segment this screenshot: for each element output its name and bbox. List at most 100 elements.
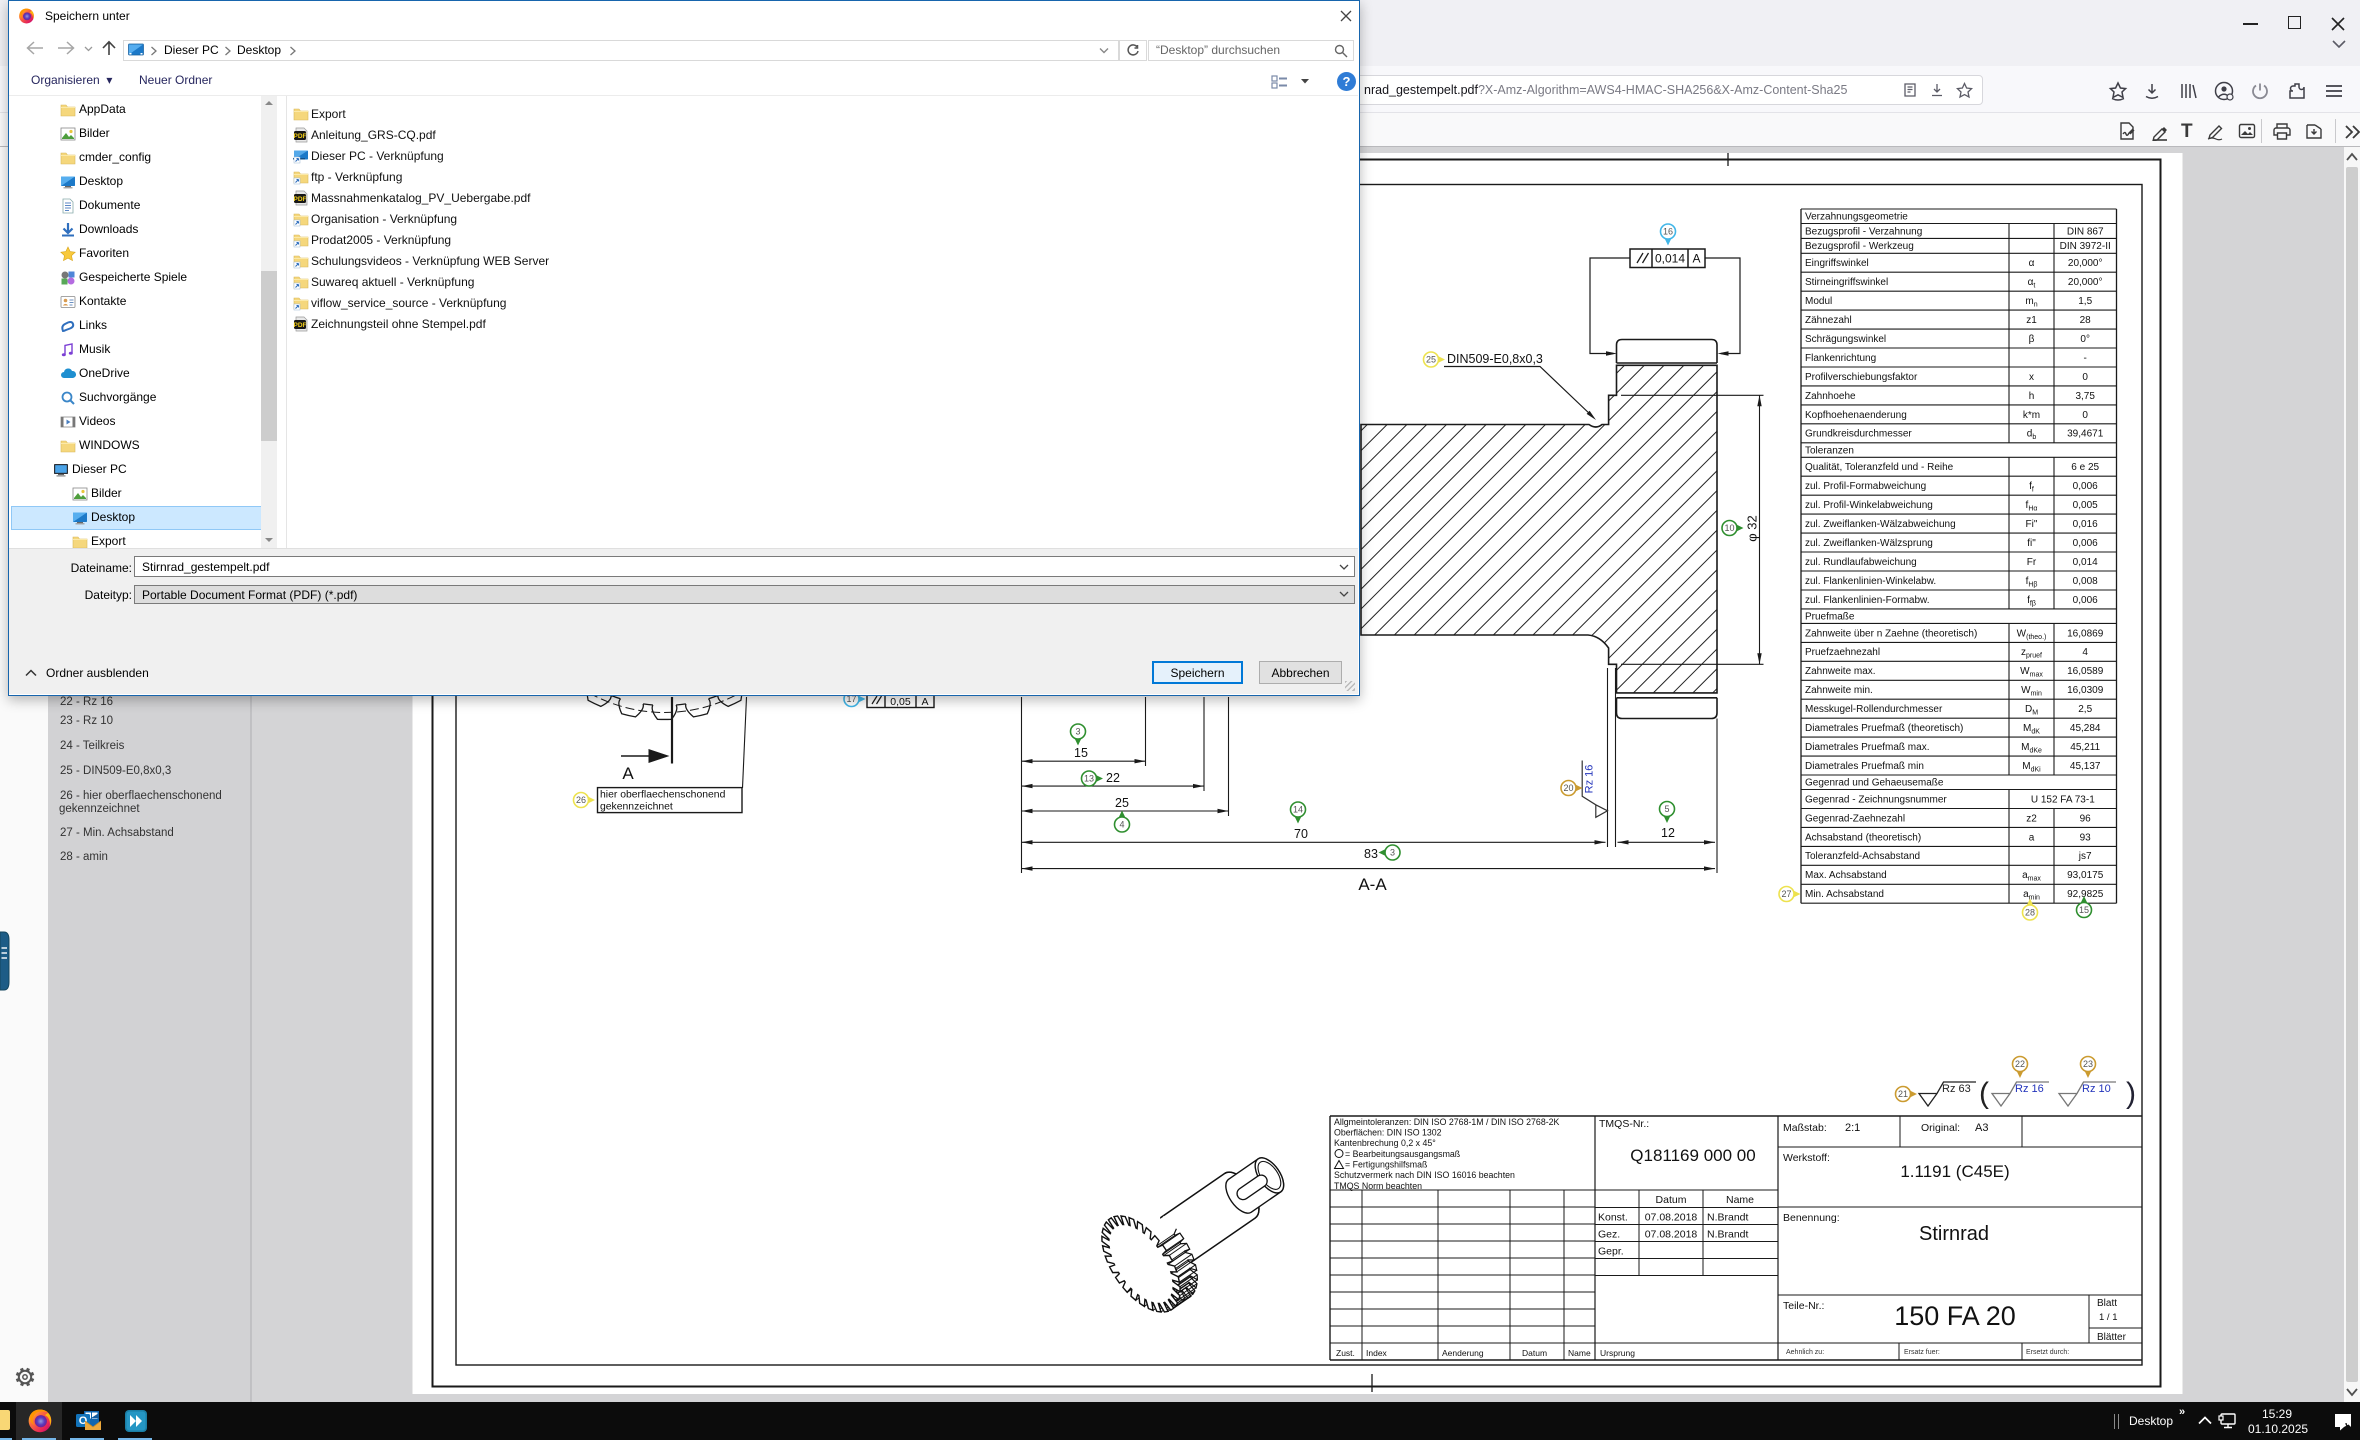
svg-text:25: 25: [1115, 796, 1129, 810]
svg-text:N.Brandt: N.Brandt: [1707, 1229, 1749, 1241]
svg-text:TMQS Norm beachten: TMQS Norm beachten: [1334, 1181, 1422, 1191]
svg-text:A: A: [622, 764, 634, 783]
svg-text:Ersetzt durch:: Ersetzt durch:: [2026, 1349, 2069, 1356]
svg-text:45,211: 45,211: [2070, 742, 2100, 753]
svg-text:Maßstab:: Maßstab:: [1783, 1122, 1827, 1134]
svg-text:13: 13: [1084, 774, 1094, 784]
svg-text:Stirnrad: Stirnrad: [1919, 1223, 1989, 1245]
svg-text:PDF: PDF: [294, 322, 307, 329]
svg-text:PDF: PDF: [294, 196, 307, 203]
svg-text:Allgmeintoleranzen: DIN ISO 27: Allgmeintoleranzen: DIN ISO 2768-1M / DI…: [1334, 1117, 1560, 1127]
svg-text:0,05: 0,05: [890, 696, 911, 708]
svg-text:15: 15: [1074, 746, 1088, 760]
svg-text:Aenderung: Aenderung: [1442, 1348, 1484, 1358]
svg-text:0,008: 0,008: [2073, 576, 2098, 587]
svg-text:Max. Achsabstand: Max. Achsabstand: [1805, 870, 1887, 881]
svg-text:14: 14: [1293, 805, 1303, 815]
svg-text:23 - Rz 10: 23 - Rz 10: [60, 715, 113, 727]
svg-text:Gegenrad-Zaehnezahl: Gegenrad-Zaehnezahl: [1805, 813, 1905, 824]
svg-text:z2: z2: [2026, 813, 2037, 824]
svg-text:Zahnhoehe: Zahnhoehe: [1805, 391, 1856, 402]
svg-text:a: a: [2029, 832, 2035, 843]
svg-text:96: 96: [2080, 813, 2092, 824]
svg-text:27: 27: [1781, 889, 1791, 899]
svg-text:0°: 0°: [2080, 334, 2090, 345]
svg-text:Profilverschiebungsfaktor: Profilverschiebungsfaktor: [1805, 372, 1918, 383]
svg-text:Zust.: Zust.: [1336, 1348, 1355, 1358]
svg-text:20: 20: [1563, 783, 1573, 793]
svg-text:4: 4: [2082, 647, 2088, 658]
svg-text:-: -: [2084, 353, 2087, 364]
svg-text:DIN 867: DIN 867: [2067, 226, 2104, 237]
svg-text:Verzahnungsgeometrie: Verzahnungsgeometrie: [1805, 212, 1908, 223]
svg-text:0,016: 0,016: [2073, 519, 2098, 530]
svg-text:23: 23: [2083, 1059, 2093, 1069]
svg-text:25 - DIN509-E0,8x0,3: 25 - DIN509-E0,8x0,3: [60, 765, 171, 777]
svg-text:α: α: [2029, 258, 2035, 269]
svg-text:07.08.2018: 07.08.2018: [1645, 1229, 1698, 1241]
svg-text:Name: Name: [1726, 1194, 1754, 1206]
svg-text:Pruefzaehnezahl: Pruefzaehnezahl: [1805, 647, 1880, 658]
svg-text:6 e 25: 6 e 25: [2071, 462, 2099, 473]
svg-text:β: β: [2029, 334, 2035, 345]
svg-text:Zahnweite über n Zaehne (theor: Zahnweite über n Zaehne (theoretisch): [1805, 628, 1977, 639]
svg-text:js7: js7: [2078, 851, 2092, 862]
svg-text:Eingriffswinkel: Eingriffswinkel: [1805, 258, 1869, 269]
svg-text:28 - amin: 28 - amin: [60, 851, 108, 863]
svg-text:N.Brandt: N.Brandt: [1707, 1212, 1749, 1224]
svg-text:07.08.2018: 07.08.2018: [1645, 1212, 1698, 1224]
svg-text:26: 26: [576, 795, 586, 805]
svg-text:gekennzeichnet: gekennzeichnet: [59, 803, 140, 815]
svg-text:5: 5: [1664, 804, 1669, 814]
svg-text:φ 32: φ 32: [1745, 515, 1760, 542]
svg-text:39,4671: 39,4671: [2067, 429, 2104, 440]
svg-text:Zahnweite min.: Zahnweite min.: [1805, 685, 1873, 696]
svg-text:45,284: 45,284: [2070, 723, 2101, 734]
svg-text:Toleranzen: Toleranzen: [1805, 445, 1854, 456]
svg-text:Oberflächen: DIN ISO 1302: Oberflächen: DIN ISO 1302: [1334, 1128, 1442, 1138]
svg-text:0: 0: [2082, 410, 2088, 421]
svg-text:Diametrales Pruefmaß (theoreti: Diametrales Pruefmaß (theoretisch): [1805, 723, 1963, 734]
svg-text:15: 15: [2079, 905, 2089, 915]
svg-text:A-A: A-A: [1358, 875, 1387, 894]
svg-text:16,0589: 16,0589: [2067, 666, 2104, 677]
svg-text:Bezugsprofil - Verzahnung: Bezugsprofil - Verzahnung: [1805, 226, 1922, 237]
svg-text:12: 12: [1661, 826, 1675, 840]
svg-text:Diametrales Pruefmaß max.: Diametrales Pruefmaß max.: [1805, 742, 1929, 753]
svg-text:Rz 16: Rz 16: [2015, 1083, 2044, 1095]
svg-text:Gegenrad - Zeichnungsnummer: Gegenrad - Zeichnungsnummer: [1805, 794, 1947, 805]
svg-text:0,005: 0,005: [2073, 500, 2098, 511]
svg-text:20,000°: 20,000°: [2068, 258, 2103, 269]
svg-text:Messkugel-Rollendurchmesser: Messkugel-Rollendurchmesser: [1805, 704, 1943, 715]
svg-text:PDF: PDF: [294, 133, 307, 140]
svg-text:zul. Zweiflanken-Wälzabweichun: zul. Zweiflanken-Wälzabweichung: [1805, 519, 1956, 530]
svg-text:1,5: 1,5: [2078, 296, 2092, 307]
svg-text:Name: Name: [1568, 1348, 1591, 1358]
svg-text:zul. Flankenlinien-Formabw.: zul. Flankenlinien-Formabw.: [1805, 595, 1930, 606]
svg-text:Rz 16: Rz 16: [1584, 765, 1596, 794]
svg-text:zul. Rundlaufabweichung: zul. Rundlaufabweichung: [1805, 557, 1917, 568]
svg-text:70: 70: [1294, 827, 1308, 841]
svg-text:): ): [2126, 1077, 2136, 1110]
svg-text:4: 4: [1119, 820, 1124, 830]
svg-text:Gez.: Gez.: [1598, 1229, 1620, 1241]
svg-text:Aehnlich zu:: Aehnlich zu:: [1786, 1349, 1824, 1356]
svg-text:= Fertigungshilfsmaß: = Fertigungshilfsmaß: [1345, 1160, 1428, 1170]
svg-text:Datum: Datum: [1656, 1194, 1687, 1206]
svg-text:83: 83: [1364, 847, 1378, 861]
svg-text:Gepr.: Gepr.: [1598, 1246, 1624, 1258]
svg-text:x: x: [2029, 372, 2034, 383]
svg-text:Zähnezahl: Zähnezahl: [1805, 315, 1852, 326]
svg-text:3: 3: [1390, 848, 1395, 858]
svg-text:hier oberflaechenschonend: hier oberflaechenschonend: [600, 790, 726, 801]
svg-text:Datum: Datum: [1522, 1348, 1547, 1358]
svg-text:21: 21: [1898, 1089, 1908, 1099]
svg-text:A: A: [921, 696, 928, 708]
svg-text:DIN 3972-II: DIN 3972-II: [2060, 241, 2111, 252]
svg-text:Gegenrad und Gehaeusemaße: Gegenrad und Gehaeusemaße: [1805, 778, 1944, 789]
svg-text:3: 3: [1075, 727, 1080, 737]
svg-text:26 - hier oberflaechenschonend: 26 - hier oberflaechenschonend: [60, 790, 222, 802]
svg-text:Fi": Fi": [2026, 519, 2038, 530]
svg-text:Ursprung: Ursprung: [1600, 1348, 1635, 1358]
svg-text:Qualität, Toleranzfeld und - R: Qualität, Toleranzfeld und - Reihe: [1805, 462, 1954, 473]
